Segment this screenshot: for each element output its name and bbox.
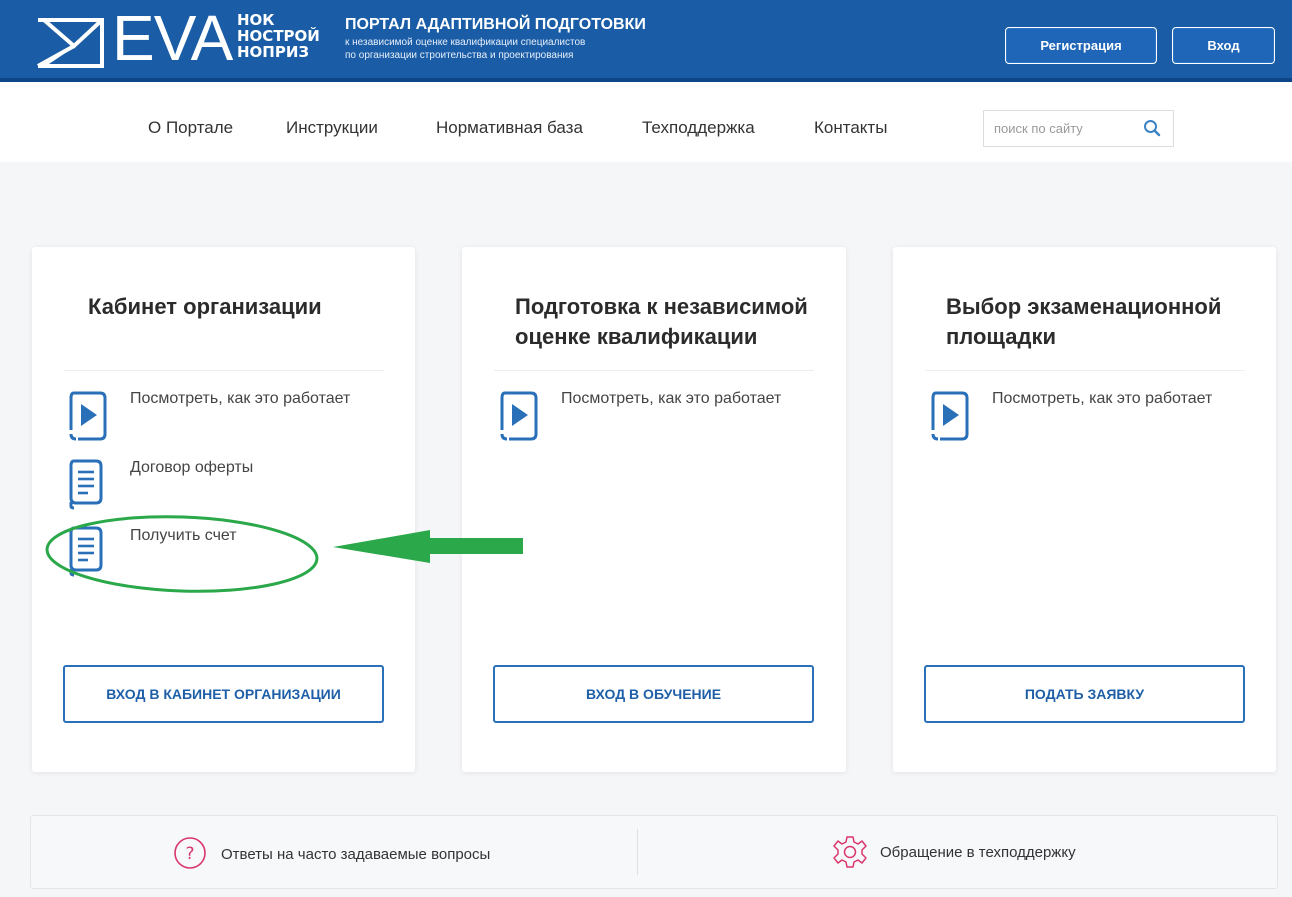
faq-link[interactable]: Ответы на часто задаваемые вопросы [221, 845, 490, 865]
watch-how-it-works-link[interactable]: Посмотреть, как это работает [130, 389, 350, 409]
portal-subtitle-line: по организации строительства и проектиро… [345, 50, 574, 61]
help-bar-divider [637, 829, 638, 875]
gear-icon[interactable] [832, 834, 868, 870]
question-icon[interactable]: ? [173, 836, 207, 870]
svg-text:?: ? [185, 844, 194, 864]
portal-subtitle: к независимой оценке квалификации специа… [345, 36, 705, 62]
card-title-line: Выбор экзаменационной [946, 294, 1222, 319]
document-icon[interactable] [68, 458, 104, 510]
portal-title: ПОРТАЛ АДАПТИВНОЙ ПОДГОТОВКИ [345, 16, 646, 33]
play-icon[interactable] [68, 390, 108, 442]
nav-item-regulations[interactable]: Нормативная база [436, 118, 583, 138]
card-title-line: площадки [946, 324, 1056, 349]
offer-agreement-link[interactable]: Договор оферты [130, 458, 253, 478]
card-title: Кабинет организации [88, 292, 322, 322]
support-request-link[interactable]: Обращение в техподдержку [880, 843, 1076, 863]
card-divider [925, 370, 1245, 371]
portal-subtitle-line: к независимой оценке квалификации специа… [345, 37, 586, 48]
card-title-line: оценке квалификации [515, 324, 758, 349]
card-divider [494, 370, 814, 371]
search-box [983, 110, 1174, 147]
get-invoice-link[interactable]: Получить счет [130, 526, 237, 546]
enter-training-button[interactable]: ВХОД В ОБУЧЕНИЕ [493, 665, 814, 723]
card-title: Выбор экзаменационной площадки [946, 292, 1221, 352]
logo-sub-line: НОСТРОЙ [237, 27, 320, 45]
nav-item-contacts[interactable]: Контакты [814, 118, 887, 138]
nav-item-about[interactable]: О Портале [148, 118, 233, 138]
logo-sub-text: НОК НОСТРОЙ НОПРИЗ [237, 12, 320, 60]
nav-item-support[interactable]: Техподдержка [642, 118, 755, 138]
register-button[interactable]: Регистрация [1005, 27, 1157, 64]
logo-text[interactable]: EVA [112, 6, 233, 70]
search-icon[interactable] [1143, 119, 1161, 137]
submit-application-button[interactable]: ПОДАТЬ ЗАЯВКУ [924, 665, 1245, 723]
help-bar [30, 815, 1278, 889]
logo-sub-line: НОК [237, 11, 275, 29]
logo-sub-line: НОПРИЗ [237, 43, 310, 61]
watch-how-it-works-link[interactable]: Посмотреть, как это работает [561, 389, 781, 409]
card-title: Подготовка к независимой оценке квалифик… [515, 292, 808, 352]
watch-how-it-works-link[interactable]: Посмотреть, как это работает [992, 389, 1212, 409]
document-icon[interactable] [68, 525, 104, 577]
card-title-line: Подготовка к независимой [515, 294, 808, 319]
enter-organization-cabinet-button[interactable]: ВХОД В КАБИНЕТ ОРГАНИЗАЦИИ [63, 665, 384, 723]
play-icon[interactable] [930, 390, 970, 442]
eva-logo-icon[interactable] [34, 14, 106, 70]
play-icon[interactable] [499, 390, 539, 442]
search-input[interactable] [984, 111, 1134, 146]
card-divider [64, 370, 384, 371]
card-title-line: Кабинет организации [88, 294, 322, 319]
login-button[interactable]: Вход [1172, 27, 1275, 64]
nav-item-instructions[interactable]: Инструкции [286, 118, 378, 138]
